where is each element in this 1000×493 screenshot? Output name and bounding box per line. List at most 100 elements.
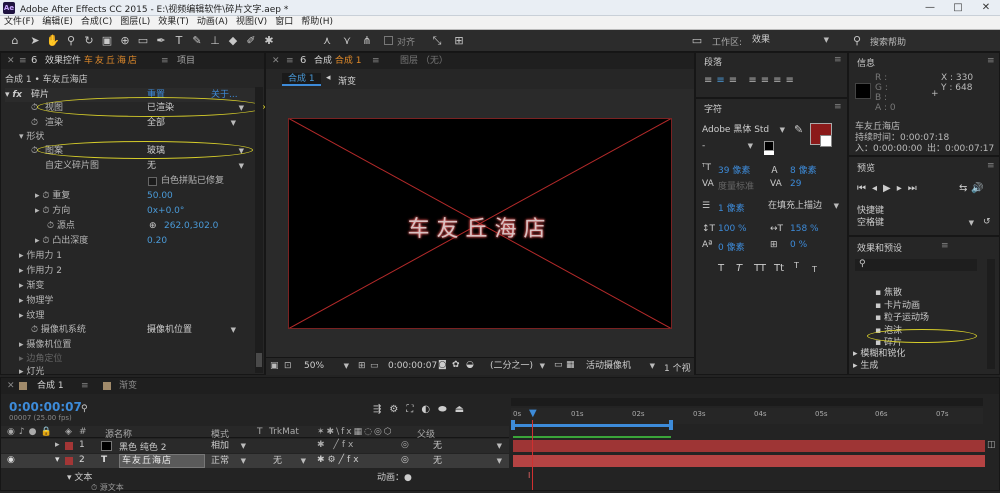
effects-search-input[interactable]: ⚲ (855, 259, 977, 271)
workspace-dropdown[interactable]: 效果 (752, 35, 832, 46)
camera-tool-icon[interactable]: ▣ (100, 34, 114, 48)
sub-tab-gradient[interactable]: 渐变 (338, 74, 356, 87)
resolution-dropdown[interactable]: (二分之一) (490, 361, 548, 372)
vscale-value[interactable]: 100 % (718, 224, 747, 234)
timeline-current-time[interactable]: 0:00:00:07 (9, 400, 82, 414)
superscript-button[interactable]: T (794, 261, 799, 270)
menu-window[interactable]: 窗口 (271, 16, 297, 29)
panel-menu-icon[interactable]: ≡ (987, 56, 995, 66)
layer-bar-2[interactable] (513, 455, 985, 467)
mask-icon[interactable]: ▭ (370, 361, 379, 371)
direction-value[interactable]: 0x+0.0° (147, 204, 184, 218)
camera-dropdown[interactable]: 活动摄像机 (586, 361, 658, 372)
layer-color-label[interactable] (65, 457, 73, 465)
eyedropper-icon[interactable]: ✎ (794, 123, 803, 136)
scrollbar-thumb[interactable] (256, 353, 262, 367)
list-item[interactable]: ▪ 粒子运动场 (875, 312, 929, 325)
source-value[interactable]: 262.0,302.0 (164, 219, 218, 233)
tracking-value[interactable]: 29 (790, 179, 801, 189)
tab-composition[interactable]: 合成 合成 1 (310, 53, 365, 69)
camera-snap-icon[interactable]: ▣ (270, 361, 279, 371)
snap-options-icon[interactable]: ⤡ (430, 34, 444, 48)
workspace-icon[interactable]: ▭ (690, 34, 704, 48)
rectangle-tool-icon[interactable]: ▭ (136, 34, 150, 48)
visibility-eye-icon[interactable]: ◉ (7, 455, 15, 465)
group-generate[interactable]: ▸ 生成 (853, 358, 878, 371)
tab-gradient[interactable]: 渐变 (115, 378, 141, 394)
search-help-field[interactable]: 搜索帮助 (870, 35, 906, 48)
menu-animation[interactable]: 动画(A) (193, 16, 232, 29)
faux-italic-button[interactable]: T (736, 263, 742, 274)
faux-bold-button[interactable]: T (718, 263, 724, 274)
menu-layer[interactable]: 图层(L) (116, 16, 154, 29)
axis-view-icon[interactable]: ⋔ (360, 34, 374, 48)
scrollbar[interactable] (255, 87, 263, 373)
playback-controls[interactable]: ⏮◂▶▸⏭ (857, 183, 923, 194)
comp-canvas[interactable]: 车友丘海店 (288, 118, 672, 329)
region-icon[interactable]: ▭ (554, 360, 563, 370)
pan-behind-tool-icon[interactable]: ⊕ (118, 34, 132, 48)
white-swatch[interactable] (764, 151, 774, 155)
baseline-value[interactable]: 0 像素 (718, 240, 745, 253)
tab-menu-icon[interactable]: ≡ (372, 56, 380, 66)
close-button[interactable]: ✕ (972, 0, 1000, 16)
panel-menu-icon[interactable]: ≡ (987, 161, 995, 171)
layer-color-label[interactable] (65, 442, 73, 450)
panel-menu-icon[interactable]: ≡ (286, 56, 294, 66)
work-area-range[interactable] (513, 424, 671, 427)
show-snapshot-icon[interactable]: ✿ (452, 360, 460, 370)
keyframe-marker[interactable]: I (528, 471, 530, 480)
work-area-start[interactable] (511, 420, 515, 430)
repeat-value[interactable]: 50.00 (147, 189, 173, 203)
layer-switches[interactable]: ✱⚙╱fx (317, 455, 362, 465)
shortcut-dropdown[interactable]: 空格键 (857, 218, 977, 229)
rotate-tool-icon[interactable]: ↻ (82, 34, 96, 48)
parent-dropdown[interactable]: 无 (433, 456, 505, 467)
work-area-end[interactable] (669, 420, 673, 430)
puppet-tool-icon[interactable]: ✱ (262, 34, 276, 48)
stroke-type-dropdown[interactable]: 在填充上描边 (768, 201, 842, 212)
font-size-value[interactable]: 39 像素 (718, 163, 750, 176)
panel-close-icon[interactable]: ✕ (7, 381, 15, 391)
loop-controls[interactable]: ⇆🔊 (959, 183, 988, 194)
grid-icon[interactable]: ⊞ (358, 361, 366, 371)
menu-composition[interactable]: 合成(C) (77, 16, 116, 29)
maximize-button[interactable]: □ (944, 0, 972, 16)
search-icon[interactable]: ⚲ (850, 34, 864, 48)
home-icon[interactable]: ⌂ (8, 34, 22, 48)
tab-effect-controls[interactable]: 效果控件 车友丘海店 (41, 53, 143, 69)
sub-tab-comp[interactable]: 合成 1 (282, 73, 321, 86)
layer-name[interactable]: 车友丘海店 (119, 454, 205, 468)
snap-checkbox[interactable] (384, 36, 393, 45)
trkmat-dropdown[interactable]: 无 (273, 456, 309, 467)
list-item[interactable]: ▪ 卡片动画 (875, 300, 929, 313)
crosshair-icon[interactable]: ⊕ (149, 219, 157, 233)
clone-stamp-tool-icon[interactable]: ⊥ (208, 34, 222, 48)
zoom-tool-icon[interactable]: ⚲ (64, 34, 78, 48)
text-tool-icon[interactable]: T (172, 34, 186, 48)
menu-help[interactable]: 帮助(H) (297, 16, 337, 29)
panel-menu-icon[interactable]: ≡ (834, 102, 842, 112)
pickwhip-icon[interactable]: ◎ (401, 455, 409, 465)
tsume-value[interactable]: 0 % (790, 240, 807, 250)
align-buttons[interactable]: ≡≡≡ ≡≡≡≡ (704, 75, 798, 86)
roto-brush-tool-icon[interactable]: ✐ (244, 34, 258, 48)
black-swatch[interactable] (764, 141, 774, 151)
camera-system-dropdown[interactable]: 摄像机位置 (147, 325, 239, 336)
leading-value[interactable]: 8 像素 (790, 163, 817, 176)
comp-button-icon[interactable]: ◫ (987, 440, 996, 450)
stroke-color-swatch[interactable] (820, 135, 832, 147)
texture-group[interactable]: ▸ 纹理 (19, 309, 44, 323)
subscript-button[interactable]: T (812, 265, 817, 274)
playhead-handle[interactable]: ▼ (529, 408, 537, 420)
brush-tool-icon[interactable]: ✎ (190, 34, 204, 48)
snapshot-icon[interactable]: ◙ (438, 360, 447, 370)
kerning-value[interactable]: 度量标准 (718, 179, 754, 192)
tab-timeline-comp[interactable]: 合成 1 (33, 378, 68, 394)
transparency-icon[interactable]: ▦ (566, 360, 575, 370)
timeline-switches[interactable]: ⇶⚙⛶◐⬬⏏ (373, 404, 472, 415)
reset-icon[interactable]: ↺ (983, 217, 991, 227)
channel-icon[interactable]: ◒ (466, 360, 474, 370)
white-tiles-checkbox[interactable] (148, 177, 157, 186)
stroke-width-value[interactable]: 1 像素 (718, 201, 745, 214)
